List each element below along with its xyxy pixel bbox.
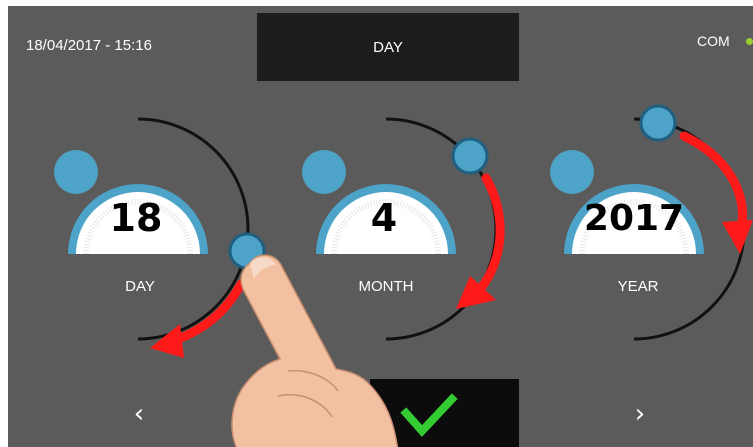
month-value: 4 bbox=[370, 196, 398, 240]
year-dial[interactable]: 2017 YEAR bbox=[504, 6, 753, 376]
day-dial-bubble bbox=[54, 150, 98, 194]
chevron-left-icon[interactable]: ‹ bbox=[124, 399, 154, 429]
year-dial-knob[interactable] bbox=[639, 104, 677, 142]
month-arrow-icon bbox=[471, 173, 505, 299]
day-value: 18 bbox=[109, 196, 163, 240]
date-setting-screen: 18/04/2017 - 15:16 DAY COM 18 DAY 4 MONT… bbox=[8, 6, 753, 447]
year-label: YEAR bbox=[617, 278, 659, 295]
chevron-right-icon[interactable]: › bbox=[625, 399, 655, 429]
pointing-hand-icon bbox=[231, 254, 399, 447]
year-value: 2017 bbox=[583, 198, 685, 239]
year-dial-bubble bbox=[550, 150, 594, 194]
month-dial-bubble bbox=[302, 150, 346, 194]
year-dial-graphic bbox=[550, 104, 753, 341]
day-label: DAY bbox=[125, 278, 155, 295]
month-dial-knob[interactable] bbox=[451, 137, 489, 175]
